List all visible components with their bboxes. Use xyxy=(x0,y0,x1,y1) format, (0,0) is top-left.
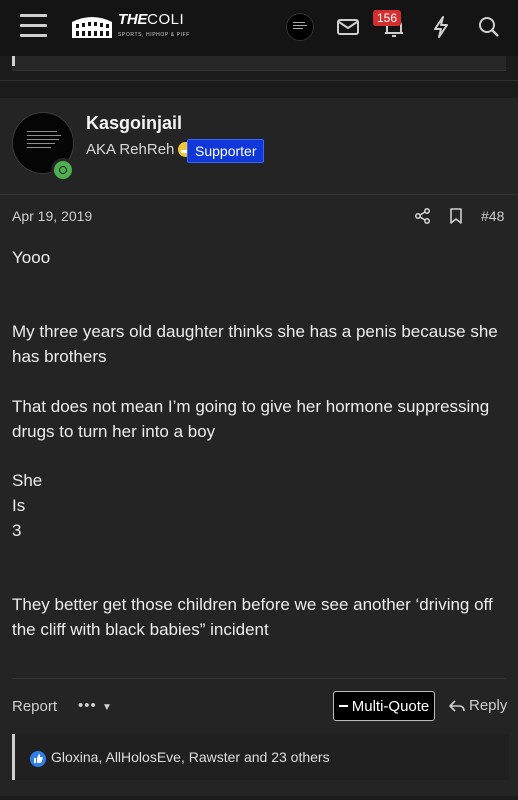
page-bottom-edge xyxy=(0,796,518,800)
actions-divider xyxy=(12,678,506,679)
reactions-bar: Gloxina, AllHolosEve, Rawster and 23 oth… xyxy=(12,734,509,780)
post-date[interactable]: Apr 19, 2019 xyxy=(12,208,92,224)
body-line: She xyxy=(12,471,43,491)
reply-label: Reply xyxy=(469,697,508,714)
post-username[interactable]: Kasgoinjail xyxy=(86,113,182,134)
logo-subtitle: SPORTS, HIPHOP & PIFF xyxy=(118,31,190,38)
mail-icon[interactable] xyxy=(335,14,361,40)
multi-quote-label: Multi-Quote xyxy=(351,697,430,715)
body-paragraph: My three years old daughter thinks she h… xyxy=(12,322,498,367)
user-title: AKA RehReh xyxy=(86,141,194,158)
user-title-text: AKA RehReh xyxy=(86,141,175,158)
more-options-button[interactable]: ••• ▼ xyxy=(78,697,113,714)
online-status-indicator xyxy=(51,158,75,182)
reaction-users[interactable]: Gloxina, AllHolosEve, Rawster and 23 oth… xyxy=(51,749,330,765)
body-line: Is xyxy=(12,495,26,515)
post-divider xyxy=(0,80,518,81)
site-logo[interactable]: THECOLI SPORTS, HIPHOP & PIFF xyxy=(70,12,190,42)
minus-icon xyxy=(338,705,348,707)
forum-post: Kasgoinjail AKA RehReh Supporter Apr 19,… xyxy=(0,98,518,800)
post-body: Yooo My three years old daughter thinks … xyxy=(12,246,506,643)
account-avatar[interactable] xyxy=(286,13,314,41)
more-dots: ••• xyxy=(78,697,97,714)
supporter-badge: Supporter xyxy=(187,139,265,163)
top-navigation-bar: THECOLI SPORTS, HIPHOP & PIFF 156 xyxy=(0,0,518,56)
hamburger-icon[interactable] xyxy=(20,14,47,38)
colosseum-icon xyxy=(72,17,112,38)
logo-coli: COLI xyxy=(147,10,185,28)
post-number[interactable]: #48 xyxy=(481,208,504,224)
lightning-icon[interactable] xyxy=(428,14,454,40)
post-user-block: Kasgoinjail AKA RehReh Supporter xyxy=(0,98,518,195)
quote-block xyxy=(12,56,506,71)
reply-arrow-icon xyxy=(449,699,465,712)
notification-count-badge: 156 xyxy=(373,10,402,26)
logo-wordmark: THECOLI SPORTS, HIPHOP & PIFF xyxy=(118,10,190,42)
body-paragraph: That does not mean I’m going to give her… xyxy=(12,396,490,441)
bookmark-icon[interactable] xyxy=(448,207,464,225)
previous-post-quote-strip xyxy=(0,56,518,80)
search-icon[interactable] xyxy=(476,14,502,40)
chevron-down-icon: ▼ xyxy=(101,702,113,713)
share-icon[interactable] xyxy=(414,207,432,225)
quote-bar xyxy=(12,56,15,66)
reply-button[interactable]: Reply xyxy=(448,697,507,714)
logo-the: THE xyxy=(118,10,148,28)
multi-quote-button[interactable]: Multi-Quote xyxy=(333,691,435,721)
body-paragraph: They better get those children before we… xyxy=(12,595,493,639)
body-line: 3 xyxy=(12,520,22,540)
report-link[interactable]: Report xyxy=(12,698,57,715)
like-icon xyxy=(30,751,46,767)
post-meta: Apr 19, 2019 #48 xyxy=(12,207,506,228)
body-paragraph: Yooo xyxy=(12,248,51,267)
